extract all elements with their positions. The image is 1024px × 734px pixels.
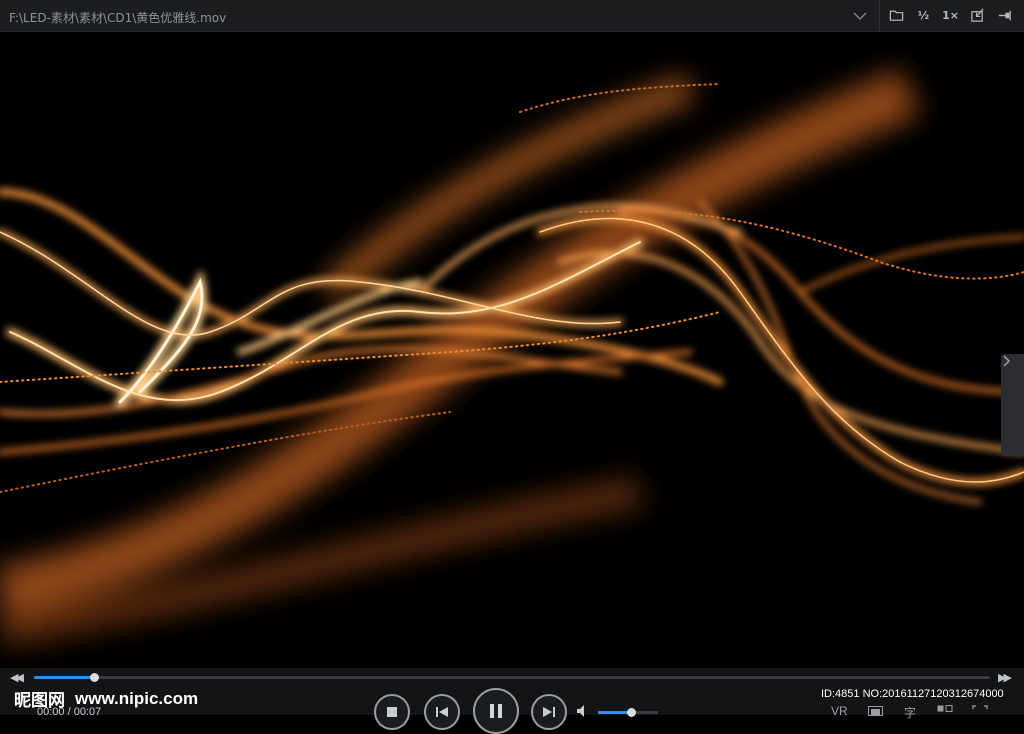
- mini-mode-button[interactable]: [967, 5, 988, 26]
- seek-thumb[interactable]: [90, 673, 100, 682]
- volume-thumb[interactable]: [627, 708, 636, 717]
- pin-icon: [998, 10, 1011, 21]
- half-size-label: ½: [917, 9, 930, 22]
- video-frame[interactable]: [0, 32, 1024, 668]
- minimize-window-icon: [971, 8, 984, 22]
- volume-slider[interactable]: [598, 708, 658, 717]
- pause-icon: [490, 704, 502, 718]
- speed-label: 1×: [942, 9, 959, 22]
- picture-in-picture-icon[interactable]: [937, 705, 953, 715]
- pin-button[interactable]: [994, 5, 1015, 26]
- seek-back-icon[interactable]: ◀◀: [10, 671, 24, 684]
- vr-button[interactable]: VR: [831, 704, 848, 718]
- chevron-down-icon: [853, 12, 867, 21]
- previous-button[interactable]: [424, 694, 460, 730]
- stop-icon: [387, 707, 397, 717]
- subtitle-button[interactable]: 字: [904, 704, 916, 721]
- volume-icon[interactable]: [576, 704, 590, 718]
- playlist-dropdown-button[interactable]: [850, 8, 870, 24]
- watermark-id: ID:4851 NO:20161127120312674000: [821, 688, 1004, 700]
- speed-button[interactable]: 1×: [940, 5, 961, 26]
- seek-forward-icon[interactable]: ▶▶: [998, 671, 1012, 684]
- player-controls: ◀◀ ▶▶ 昵图网 www.nipic.com 00:00 / 00:07 ID…: [0, 668, 1024, 734]
- playlist-toggle-button[interactable]: [1001, 354, 1024, 456]
- file-path-title: F:\LED-素材\素材\CD1\黄色优雅线.mov: [9, 11, 227, 25]
- video-image: [0, 32, 1024, 668]
- pause-button[interactable]: [473, 688, 519, 734]
- half-size-button[interactable]: ½: [913, 5, 934, 26]
- stop-button[interactable]: [374, 694, 410, 730]
- folder-icon: [889, 10, 904, 21]
- skip-back-icon: [436, 707, 448, 717]
- title-bar: F:\LED-素材\素材\CD1\黄色优雅线.mov ½ 1×: [0, 0, 1024, 32]
- fullscreen-icon[interactable]: [972, 705, 988, 715]
- seek-bar[interactable]: [34, 673, 990, 682]
- title-toolbar: ½ 1×: [886, 5, 1015, 26]
- seek-progress: [34, 676, 95, 679]
- chevron-right-icon: [1003, 355, 1011, 367]
- skip-forward-icon: [543, 707, 555, 717]
- open-folder-button[interactable]: [886, 5, 907, 26]
- next-button[interactable]: [531, 694, 567, 730]
- title-divider: [879, 0, 880, 32]
- time-display: 00:00 / 00:07: [37, 706, 102, 718]
